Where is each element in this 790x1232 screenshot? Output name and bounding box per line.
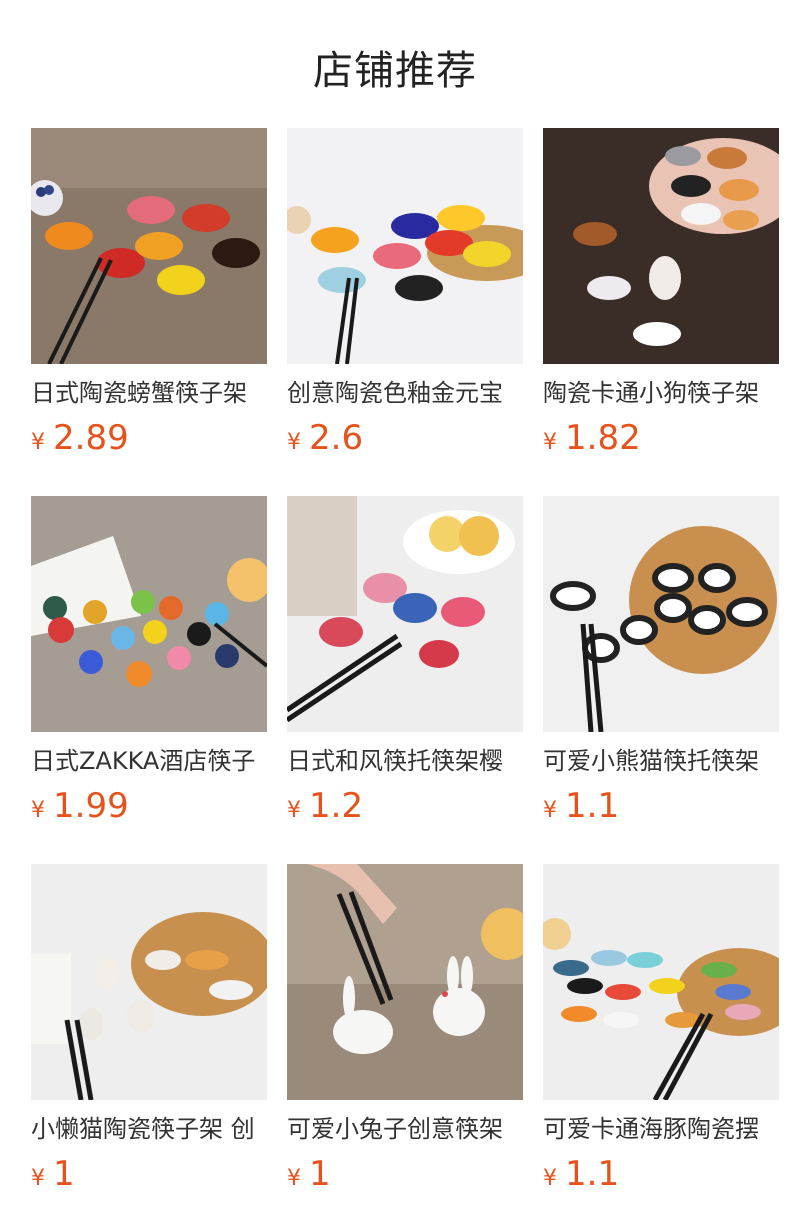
product-name[interactable]: 陶瓷卡通小狗筷子架 [543, 378, 779, 408]
product-image[interactable] [543, 864, 779, 1100]
price-value: 1 [309, 1154, 331, 1194]
product-name[interactable]: 小懒猫陶瓷筷子架 创 [31, 1114, 267, 1144]
product-image[interactable] [287, 864, 523, 1100]
product-price: ¥1.82 [543, 418, 779, 458]
currency-symbol: ¥ [543, 430, 557, 455]
product-name[interactable]: 可爱小熊猫筷托筷架 [543, 746, 779, 776]
product-name[interactable]: 日式ZAKKA酒店筷子 [31, 746, 267, 776]
product-price: ¥1 [31, 1154, 267, 1194]
price-value: 2.89 [53, 418, 129, 458]
product-price: ¥1.2 [287, 786, 523, 826]
product-card[interactable]: 可爱小兔子创意筷架 ¥1 [287, 864, 523, 1201]
currency-symbol: ¥ [287, 430, 301, 455]
price-value: 1 [53, 1154, 75, 1194]
currency-symbol: ¥ [31, 1166, 45, 1191]
page-title: 店铺推荐 [313, 48, 477, 94]
product-price: ¥1.1 [543, 1154, 779, 1194]
product-name[interactable]: 日式和风筷托筷架樱 [287, 746, 523, 776]
currency-symbol: ¥ [287, 798, 301, 823]
product-price: ¥2.89 [31, 418, 267, 458]
currency-symbol: ¥ [31, 798, 45, 823]
product-price: ¥1.1 [543, 786, 779, 826]
price-value: 1.1 [565, 786, 620, 826]
store-recommendation-page: 店铺推荐 日式陶瓷螃蟹筷子架 ¥ 2.89 创意陶瓷色釉金元宝 ¥ 2.6 陶瓷… [0, 0, 790, 1232]
product-image[interactable] [543, 128, 779, 364]
product-image[interactable] [543, 496, 779, 732]
product-image[interactable] [31, 496, 267, 732]
product-price: ¥1 [287, 1154, 523, 1194]
product-price: ¥2.6 [287, 418, 523, 458]
product-image[interactable] [287, 128, 523, 364]
product-price: ¥1.99 [31, 786, 267, 826]
currency-symbol: ¥ [287, 1166, 301, 1191]
product-name[interactable]: 日式陶瓷螃蟹筷子架 [31, 378, 267, 408]
product-grid: 日式陶瓷螃蟹筷子架 ¥2.89 创意陶瓷色釉金元宝 ¥ 2.6 陶瓷卡通小狗筷子… [31, 128, 780, 1201]
product-card[interactable]: 日式陶瓷螃蟹筷子架 ¥2.89 [31, 128, 267, 465]
currency-symbol: ¥ [31, 430, 45, 455]
product-card[interactable]: 可爱小熊猫筷托筷架 ¥1.1 [543, 496, 779, 833]
product-name[interactable]: 可爱小兔子创意筷架 [287, 1114, 523, 1144]
product-card[interactable]: 陶瓷卡通小狗筷子架 ¥1.82 [543, 128, 779, 465]
product-name[interactable]: 可爱卡通海豚陶瓷摆 [543, 1114, 779, 1144]
product-card[interactable]: 日式ZAKKA酒店筷子 ¥1.99 [31, 496, 267, 833]
price-value: 1.1 [565, 1154, 620, 1194]
price-value: 1.82 [565, 418, 641, 458]
product-image[interactable] [31, 864, 267, 1100]
product-card[interactable]: 可爱卡通海豚陶瓷摆 ¥1.1 [543, 864, 779, 1201]
price-value: 1.99 [53, 786, 129, 826]
currency-symbol: ¥ [543, 1166, 557, 1191]
product-image[interactable] [31, 128, 267, 364]
product-name[interactable]: 创意陶瓷色釉金元宝 [287, 378, 523, 408]
product-card[interactable]: 创意陶瓷色釉金元宝 ¥2.6 [287, 128, 523, 465]
price-value: 1.2 [309, 786, 364, 826]
currency-symbol: ¥ [543, 798, 557, 823]
price-value: 2.6 [309, 418, 364, 458]
product-image[interactable] [287, 496, 523, 732]
product-card[interactable]: 小懒猫陶瓷筷子架 创 ¥1 [31, 864, 267, 1201]
product-card[interactable]: 日式和风筷托筷架樱 ¥1.2 [287, 496, 523, 833]
